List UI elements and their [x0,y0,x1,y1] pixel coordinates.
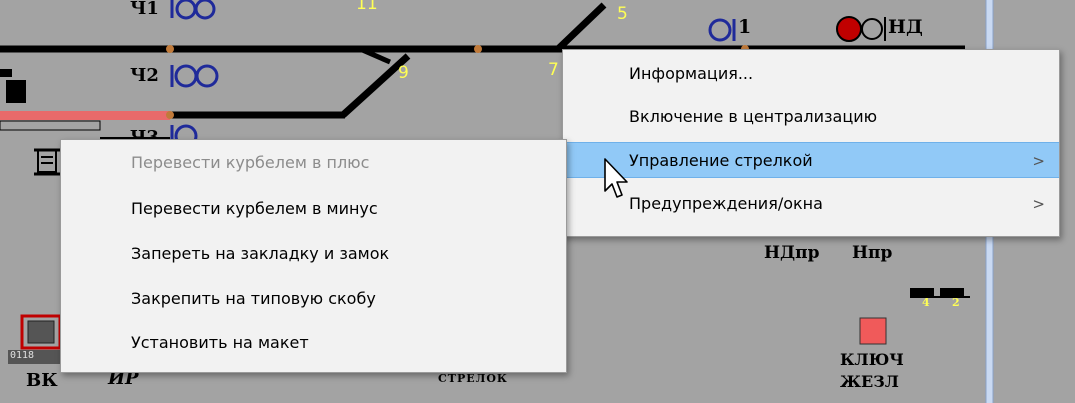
switch-submenu: Перевести курбелем в плюс Перевести курб… [60,139,567,373]
switch-label-11: 11 [356,0,378,14]
signal-lamp-icon [194,0,216,20]
label-2: 2 [952,296,960,309]
track-label-ch1: Ч1 [130,0,159,19]
signal-lamp-icon [195,64,219,88]
menu-item-warnings[interactable]: Предупреждения/окна > [563,186,1059,222]
signal-lamp-icon [861,18,883,40]
submenu-item-label: Закрепить на типовую скобу [131,289,376,308]
signal-lamp-icon [708,18,732,42]
submenu-item-label: Перевести курбелем в плюс [131,153,370,172]
menu-item-label: Предупреждения/окна [629,194,823,213]
joint [474,45,482,53]
switch-label-7: 7 [548,60,559,80]
menu-item-label: Включение в централизацию [629,107,878,126]
track-label-ch2: Ч2 [130,65,159,86]
signal-label-nd: НД [888,16,923,38]
menu-item-label: Информация... [629,64,754,83]
mouse-cursor-icon [604,158,628,198]
context-menu: Информация... Включение в централизацию … [562,49,1060,237]
joint [166,45,174,53]
signal-label-1: 1 [738,16,752,38]
switch-label-9: 9 [398,63,409,83]
station-building-icon[interactable] [34,148,60,176]
submenu-item-label: Запереть на закладку и замок [131,244,390,263]
chevron-right-icon: > [1032,195,1045,213]
submenu-item-mockup[interactable]: Установить на макет [61,325,566,361]
label-ndpr: НДпр [764,243,820,263]
chevron-right-icon: > [1032,152,1045,170]
joint [166,111,174,119]
submenu-item-crank-minus[interactable]: Перевести курбелем в минус [61,191,566,227]
signal-red-icon [836,16,862,42]
label-npr: Нпр [852,243,893,263]
platform [0,120,101,131]
submenu-item-crank-plus[interactable]: Перевести курбелем в плюс [61,145,566,181]
label-strelok: СТРЕЛОК [438,372,508,385]
counter-value: 0118 [10,350,35,361]
track-switch-5[interactable] [555,2,607,52]
signal-lamp-icon [174,64,198,88]
label-klyuch: КЛЮЧ [840,350,904,369]
signal-lamp-icon [175,0,197,20]
submenu-item-label: Перевести курбелем в минус [131,199,378,218]
label-zhezl: ЖЕЗЛ [840,372,899,391]
menu-item-info[interactable]: Информация... [563,56,1059,92]
label-vk: ВК [26,370,58,391]
submenu-item-clamp[interactable]: Закрепить на типовую скобу [61,281,566,317]
switch-label-5: 5 [617,4,628,24]
menu-item-switch-control[interactable]: Управление стрелкой > [563,142,1059,178]
submenu-item-lock[interactable]: Запереть на закладку и замок [61,236,566,272]
track-active[interactable] [0,111,170,120]
menu-item-label: Управление стрелкой [629,151,813,170]
submenu-item-label: Установить на макет [131,333,309,352]
label-4: 4 [922,296,930,309]
menu-item-centralization[interactable]: Включение в централизацию [563,99,1059,135]
klyuch-button[interactable] [859,317,887,345]
